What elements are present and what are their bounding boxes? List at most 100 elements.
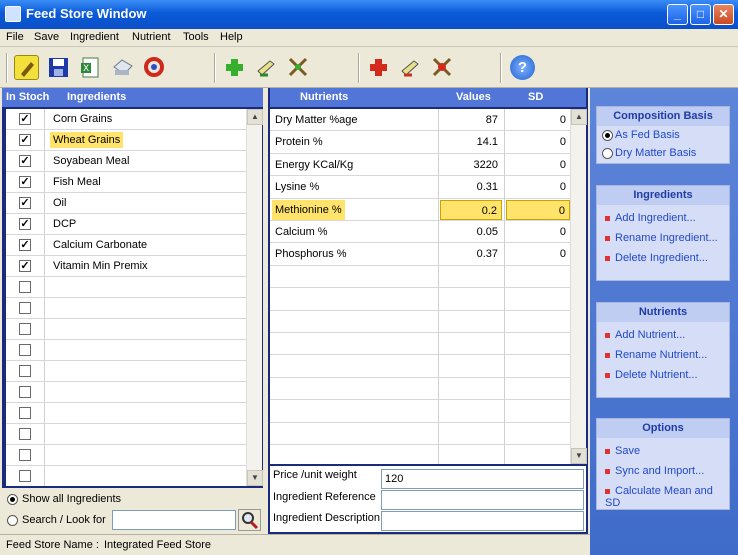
- nutrient-sd[interactable]: 0: [506, 244, 570, 264]
- nutrient-sd[interactable]: 0: [506, 177, 570, 197]
- nutrient-row[interactable]: Energy KCal/Kg 3220 0: [270, 154, 570, 177]
- nutrient-row[interactable]: [270, 378, 570, 401]
- ingredient-row[interactable]: [6, 382, 246, 403]
- tools-nutrient-icon[interactable]: [430, 55, 455, 80]
- nutrient-row[interactable]: [270, 311, 570, 333]
- nutrient-row[interactable]: [270, 288, 570, 311]
- menu-tools[interactable]: Tools: [183, 31, 209, 43]
- nutrient-row[interactable]: [270, 400, 570, 423]
- ingredient-row[interactable]: [6, 298, 246, 319]
- nutrient-row[interactable]: Phosphorus % 0.37 0: [270, 243, 570, 266]
- nutrient-value[interactable]: 0.05: [440, 222, 502, 242]
- nutrients-scrollbar[interactable]: ▲ ▼: [570, 109, 587, 464]
- nutrient-value[interactable]: 0.2: [440, 199, 502, 220]
- dry-matter-label[interactable]: Dry Matter Basis: [615, 147, 696, 159]
- in-stock-checkbox[interactable]: ✓: [19, 176, 31, 188]
- nutrient-row[interactable]: Dry Matter %age 87 0: [270, 109, 570, 132]
- ingredient-row[interactable]: ✓ Calcium Carbonate: [6, 235, 246, 256]
- ingredients-grid[interactable]: ✓ Corn Grains ✓ Wheat Grains ✓ Soyabean Meal ✓…: [6, 109, 259, 486]
- menu-file[interactable]: File: [6, 31, 24, 43]
- ingredient-row[interactable]: ✓ Wheat Grains: [6, 130, 246, 151]
- scroll-up-arrow[interactable]: ▲: [247, 109, 263, 125]
- ingredient-row[interactable]: [6, 277, 246, 298]
- save-icon[interactable]: [46, 55, 71, 80]
- maximize-button[interactable]: □: [690, 4, 711, 25]
- nutrient-value[interactable]: 0.31: [440, 177, 502, 197]
- excel-export-icon[interactable]: X: [78, 55, 103, 80]
- menu-ingredient[interactable]: Ingredient: [70, 31, 119, 43]
- as-fed-label[interactable]: As Fed Basis: [615, 129, 680, 141]
- minimize-button[interactable]: _: [667, 4, 688, 25]
- ingredient-row[interactable]: ✓ Vitamin Min Premix: [6, 256, 246, 277]
- price-input[interactable]: 120: [381, 469, 584, 489]
- nutrient-row[interactable]: Methionine % 0.2 0: [270, 199, 570, 221]
- scroll-up-arrow[interactable]: ▲: [571, 109, 587, 125]
- nutrient-sd[interactable]: 0: [506, 222, 570, 242]
- ingredient-row[interactable]: [6, 466, 246, 486]
- nutrient-sd[interactable]: 0: [506, 110, 570, 130]
- rename-ingredient-link[interactable]: Rename Ingredient...: [605, 232, 718, 244]
- ingredients-scrollbar[interactable]: ▲ ▼: [246, 109, 263, 486]
- nutrient-value[interactable]: 87: [440, 110, 502, 130]
- ingredient-row[interactable]: [6, 445, 246, 466]
- calculate-mean-sd-link[interactable]: Calculate Mean and SD: [605, 485, 729, 509]
- scroll-down-arrow[interactable]: ▼: [571, 448, 587, 464]
- in-stock-checkbox[interactable]: [19, 386, 31, 398]
- refresh-icon[interactable]: [142, 55, 167, 80]
- search-radio[interactable]: [7, 515, 18, 526]
- edit-nutrient-icon[interactable]: [398, 55, 423, 80]
- close-button[interactable]: ✕: [713, 4, 734, 25]
- edit-ingredient-icon[interactable]: [254, 55, 279, 80]
- tools-ingredient-icon[interactable]: [286, 55, 311, 80]
- in-stock-checkbox[interactable]: ✓: [19, 134, 31, 146]
- add-ingredient-link[interactable]: Add Ingredient...: [605, 212, 696, 224]
- delete-nutrient-link[interactable]: Delete Nutrient...: [605, 369, 698, 381]
- in-stock-checkbox[interactable]: [19, 344, 31, 356]
- dry-matter-radio[interactable]: [602, 148, 613, 159]
- in-stock-checkbox[interactable]: [19, 365, 31, 377]
- nutrient-sd[interactable]: 0: [506, 155, 570, 175]
- nutrient-value[interactable]: 3220: [440, 155, 502, 175]
- in-stock-checkbox[interactable]: ✓: [19, 218, 31, 230]
- save-link[interactable]: Save: [605, 445, 640, 457]
- remove-ingredient-icon[interactable]: [366, 55, 391, 80]
- in-stock-checkbox[interactable]: [19, 302, 31, 314]
- in-stock-checkbox[interactable]: [19, 470, 31, 482]
- nutrient-row[interactable]: Protein % 14.1 0: [270, 131, 570, 154]
- edit-icon[interactable]: [14, 55, 39, 80]
- delete-ingredient-link[interactable]: Delete Ingredient...: [605, 252, 708, 264]
- in-stock-checkbox[interactable]: [19, 407, 31, 419]
- description-input[interactable]: [381, 511, 584, 531]
- search-input[interactable]: [112, 510, 236, 530]
- menu-save[interactable]: Save: [34, 31, 59, 43]
- in-stock-checkbox[interactable]: ✓: [19, 260, 31, 272]
- add-nutrient-link[interactable]: Add Nutrient...: [605, 329, 685, 341]
- ingredient-row[interactable]: [6, 424, 246, 445]
- nutrient-value[interactable]: 14.1: [440, 132, 502, 152]
- ingredient-row[interactable]: [6, 403, 246, 424]
- nutrients-grid[interactable]: Dry Matter %age 87 0 Protein % 14.1 0 Energy K…: [270, 109, 586, 464]
- ingredient-row[interactable]: [6, 319, 246, 340]
- add-ingredient-icon[interactable]: [222, 55, 247, 80]
- nutrient-row[interactable]: Lysine % 0.31 0: [270, 176, 570, 199]
- sync-import-link[interactable]: Sync and Import...: [605, 465, 704, 477]
- nutrient-row[interactable]: [270, 333, 570, 356]
- nutrient-row[interactable]: [270, 445, 570, 464]
- ingredient-row[interactable]: ✓ Corn Grains: [6, 109, 246, 130]
- nutrient-row[interactable]: [270, 266, 570, 289]
- ingredient-row[interactable]: ✓ DCP: [6, 214, 246, 235]
- ingredient-row[interactable]: ✓ Fish Meal: [6, 172, 246, 193]
- nutrient-sd[interactable]: 0: [506, 132, 570, 152]
- search-icon[interactable]: [238, 509, 261, 531]
- in-stock-checkbox[interactable]: ✓: [19, 155, 31, 167]
- print-icon[interactable]: [110, 55, 135, 80]
- scroll-down-arrow[interactable]: ▼: [247, 470, 263, 486]
- nutrient-row[interactable]: [270, 423, 570, 445]
- in-stock-checkbox[interactable]: [19, 323, 31, 335]
- as-fed-radio[interactable]: [602, 130, 613, 141]
- reference-input[interactable]: [381, 490, 584, 510]
- nutrient-row[interactable]: Calcium % 0.05 0: [270, 221, 570, 244]
- menu-help[interactable]: Help: [220, 31, 243, 43]
- rename-nutrient-link[interactable]: Rename Nutrient...: [605, 349, 707, 361]
- nutrient-row[interactable]: [270, 355, 570, 378]
